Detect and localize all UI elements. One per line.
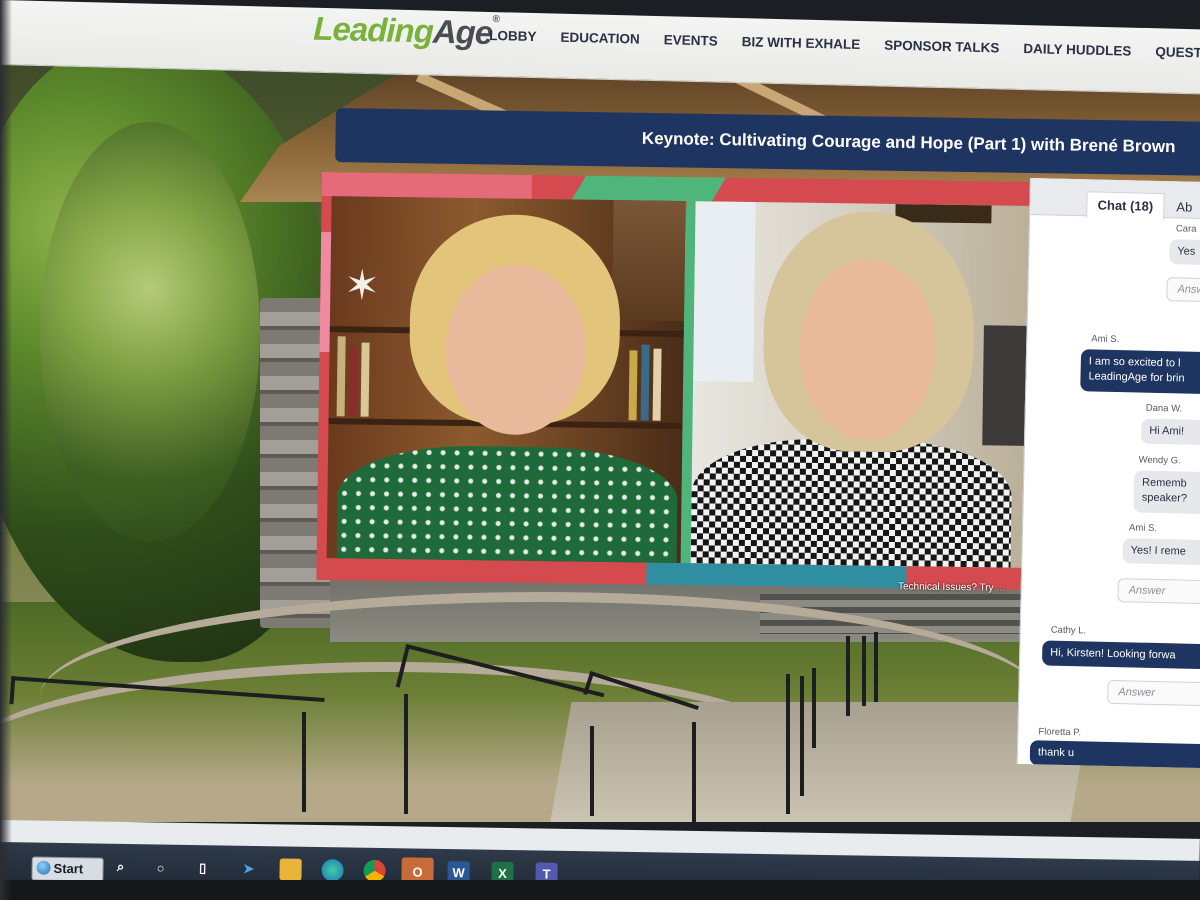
handrail-post bbox=[590, 726, 594, 816]
handrail-post bbox=[302, 712, 306, 812]
message-line: Rememb bbox=[1141, 476, 1187, 490]
book bbox=[348, 346, 358, 417]
chrome-icon[interactable] bbox=[363, 859, 386, 883]
speaker-video-right bbox=[690, 201, 1046, 569]
chat-panel: Chat (18) Ab Cara Yes Answer Ami S. I am… bbox=[1016, 178, 1200, 769]
tech-issues-link[interactable]: ... bbox=[996, 583, 1004, 594]
speaker-video-left: ✶ bbox=[326, 196, 686, 564]
nav-item-questions[interactable]: QUESTIONS bbox=[1155, 44, 1200, 61]
screen: LeadingAge® LOBBY EDUCATION EVENTS BIZ W… bbox=[0, 0, 1200, 900]
book bbox=[628, 350, 638, 421]
message-author: Floretta P. bbox=[1038, 726, 1082, 739]
handrail-post bbox=[812, 668, 816, 748]
edge-icon[interactable] bbox=[321, 859, 344, 882]
start-button[interactable]: Start bbox=[31, 856, 104, 882]
handrail-post bbox=[786, 674, 790, 814]
message-bubble: Yes! I reme bbox=[1122, 538, 1200, 566]
walkway bbox=[548, 702, 1092, 822]
nav-item-sponsor-talks[interactable]: SPONSOR TALKS bbox=[884, 38, 1000, 56]
nav-item-daily-huddles[interactable]: DAILY HUDDLES bbox=[1023, 41, 1131, 59]
answer-field[interactable]: Answer bbox=[1166, 277, 1200, 303]
power-automate-icon[interactable]: ➤ bbox=[237, 858, 259, 880]
message-bubble-own: I am so excited to l LeadingAge for brin bbox=[1080, 349, 1200, 395]
frame-decoration bbox=[321, 172, 532, 199]
nav-item-lobby[interactable]: LOBBY bbox=[489, 28, 537, 44]
speaker-left-body bbox=[336, 444, 679, 564]
book bbox=[640, 344, 650, 421]
start-label: Start bbox=[53, 860, 84, 877]
message-line: speaker? bbox=[1141, 491, 1188, 505]
message-bubble-own: Hi, Kirsten! Looking forwa bbox=[1041, 640, 1200, 670]
search-icon[interactable]: ⌕ bbox=[109, 856, 131, 878]
book bbox=[360, 342, 370, 417]
speaker-right-body bbox=[690, 437, 1013, 569]
chat-messages: Cara Yes Answer Ami S. I am so excited t… bbox=[1018, 214, 1200, 769]
logo-text-age: Age bbox=[432, 12, 493, 52]
handrail-post bbox=[862, 636, 866, 706]
handrail-post bbox=[800, 676, 804, 796]
handrail-post bbox=[692, 722, 696, 822]
monitor-bezel bbox=[0, 0, 12, 900]
monitor-bezel bbox=[0, 880, 1200, 900]
star-decoration-icon: ✶ bbox=[344, 261, 380, 309]
tech-issues-text: Technical Issues? Try bbox=[897, 581, 994, 594]
handrail-post bbox=[404, 694, 408, 814]
task-view-icon[interactable]: ▯ bbox=[191, 857, 213, 879]
message-bubble-own: thank u bbox=[1029, 740, 1200, 769]
message-author: Wendy G. bbox=[1138, 454, 1181, 467]
tech-issues-notice: Technical Issues? Try ... bbox=[898, 581, 1005, 593]
message-author: Ami S. bbox=[1091, 333, 1120, 346]
answer-field[interactable]: Answer bbox=[1107, 679, 1200, 707]
nav-item-education[interactable]: EDUCATION bbox=[560, 30, 640, 47]
nav-menu: LOBBY EDUCATION EVENTS BIZ WITH EXHALE S… bbox=[489, 28, 1200, 61]
windows-orb-icon bbox=[36, 860, 51, 875]
window bbox=[693, 201, 756, 383]
message-author: Dana W. bbox=[1145, 402, 1183, 415]
message-author: Cathy L. bbox=[1050, 624, 1087, 637]
handrail-post bbox=[874, 632, 878, 702]
session-title: Keynote: Cultivating Courage and Hope (P… bbox=[641, 128, 1176, 157]
message-bubble: Hi Ami! bbox=[1141, 418, 1200, 446]
frame-decoration bbox=[646, 562, 907, 589]
leadingage-logo[interactable]: LeadingAge® bbox=[313, 10, 499, 53]
message-bubble: Rememb speaker? bbox=[1133, 470, 1200, 515]
handrail-post bbox=[846, 636, 850, 716]
chat-tabs: Chat (18) Ab bbox=[1030, 178, 1200, 221]
nav-item-biz-with-exhale[interactable]: BIZ WITH EXHALE bbox=[742, 34, 861, 52]
logo-registered-mark: ® bbox=[492, 14, 500, 26]
tree-highlight bbox=[40, 122, 260, 542]
nav-item-events[interactable]: EVENTS bbox=[664, 32, 718, 48]
book bbox=[336, 336, 346, 417]
wall-painting bbox=[611, 200, 686, 322]
book bbox=[652, 348, 662, 421]
message-bubble: Yes bbox=[1169, 239, 1200, 266]
file-explorer-icon[interactable] bbox=[279, 858, 302, 881]
message-author: Cara bbox=[1175, 223, 1197, 235]
logo-text-leading: Leading bbox=[312, 9, 434, 50]
answer-field[interactable]: Answer bbox=[1117, 578, 1200, 605]
message-author: Ami S. bbox=[1128, 522, 1158, 534]
video-player[interactable]: ✶ bbox=[316, 172, 1072, 591]
cortana-icon[interactable]: ○ bbox=[149, 856, 171, 878]
message-line: LeadingAge for brin bbox=[1088, 370, 1185, 385]
tab-about[interactable]: Ab bbox=[1176, 199, 1192, 214]
